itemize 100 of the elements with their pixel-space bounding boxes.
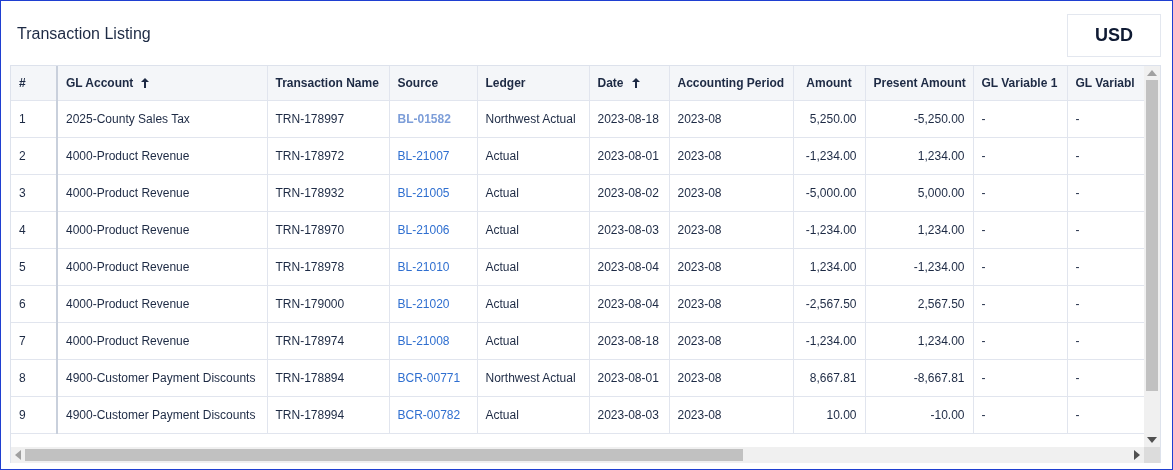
table-cell: 2023-08 (669, 359, 793, 397)
table-cell: 1 (11, 100, 57, 138)
table-cell: 4900-Customer Payment Discounts (57, 359, 267, 397)
table-cell: TRN-178994 (267, 396, 389, 434)
table-cell: TRN-178997 (267, 100, 389, 138)
table-cell: TRN-178974 (267, 322, 389, 360)
column-header[interactable]: GL Variabl (1067, 65, 1144, 101)
arrow-up-icon[interactable] (631, 77, 640, 88)
table-cell: 2023-08 (669, 137, 793, 175)
column-header[interactable]: GL Variable 1 (973, 65, 1067, 101)
arrow-up-icon[interactable] (141, 77, 150, 88)
scroll-up-icon[interactable] (1147, 69, 1157, 76)
table-cell: TRN-178894 (267, 359, 389, 397)
table-cell: Actual (477, 285, 589, 323)
table-cell: 1,234.00 (865, 211, 973, 249)
table-cell: 2023-08-03 (589, 211, 669, 249)
column-header[interactable]: Ledger (477, 65, 589, 101)
table-cell: Northwest Actual (477, 359, 589, 397)
table-cell: -1,234.00 (793, 322, 865, 360)
table-cell: 4000-Product Revenue (57, 322, 267, 360)
table-cell: 1,234.00 (793, 248, 865, 286)
table-cell: 2023-08 (669, 248, 793, 286)
table-cell: 2023-08-18 (589, 100, 669, 138)
scrollbar-thumb[interactable] (25, 449, 744, 461)
table-cell: 5,250.00 (793, 100, 865, 138)
column-header[interactable]: Amount (793, 65, 865, 101)
column-header[interactable]: Transaction Name (267, 65, 389, 101)
table-cell: Actual (477, 322, 589, 360)
table-cell: 2023-08 (669, 211, 793, 249)
table-cell: 2023-08-03 (589, 396, 669, 434)
table-cell: -8,667.81 (865, 359, 973, 397)
table-cell: 2023-08-01 (589, 359, 669, 397)
table-cell: TRN-178970 (267, 211, 389, 249)
table-cell: 4000-Product Revenue (57, 285, 267, 323)
table-cell: 5,000.00 (865, 174, 973, 212)
table-cell: TRN-178978 (267, 248, 389, 286)
table-cell: Actual (477, 211, 589, 249)
table-cell: 4000-Product Revenue (57, 174, 267, 212)
table-cell: 2023-08 (669, 285, 793, 323)
column-header[interactable]: GL Account (57, 65, 267, 101)
table-cell: Actual (477, 248, 589, 286)
table-cell: 2023-08-01 (589, 137, 669, 175)
table-cell: TRN-179000 (267, 285, 389, 323)
table-cell: 2023-08-04 (589, 248, 669, 286)
column-header[interactable]: Accounting Period (669, 65, 793, 101)
table-cell: TRN-178932 (267, 174, 389, 212)
table-cell: 4 (11, 211, 57, 249)
table-cell: 2023-08 (669, 174, 793, 212)
scroll-left-icon[interactable] (15, 450, 21, 460)
scrollbar-corner (1144, 447, 1160, 463)
table-cell: 2023-08-18 (589, 322, 669, 360)
table-cell: - (973, 100, 1067, 138)
scroll-down-icon[interactable] (1147, 437, 1157, 443)
table-cell: - (973, 174, 1067, 212)
table-cell: -1,234.00 (793, 137, 865, 175)
table-cell: 2023-08-04 (589, 285, 669, 323)
table-cell: 5 (11, 248, 57, 286)
table-cell: 2023-08 (669, 100, 793, 138)
table-cell: 1,234.00 (865, 322, 973, 360)
table-cell: 7 (11, 322, 57, 360)
table-cell: -5,250.00 (865, 100, 973, 138)
table-cell: 10.00 (793, 396, 865, 434)
table-cell: 9 (11, 396, 57, 434)
horizontal-scrollbar[interactable] (11, 447, 1144, 463)
table-cell: -10.00 (865, 396, 973, 434)
table-cell: - (973, 396, 1067, 434)
currency-label: USD (1067, 14, 1161, 57)
table-cell: 8 (11, 359, 57, 397)
table-cell: 2023-08 (669, 396, 793, 434)
table-cell: 8,667.81 (793, 359, 865, 397)
table-cell: -1,234.00 (865, 248, 973, 286)
table-cell: Actual (477, 137, 589, 175)
table-cell: -1,234.00 (793, 211, 865, 249)
table-cell: 4900-Customer Payment Discounts (57, 396, 267, 434)
table-cell: -5,000.00 (793, 174, 865, 212)
table-cell: Northwest Actual (477, 100, 589, 138)
scroll-right-icon[interactable] (1134, 450, 1140, 460)
column-header[interactable]: # (11, 65, 57, 101)
vertical-scrollbar[interactable] (1144, 65, 1160, 447)
table-cell: - (973, 211, 1067, 249)
column-header[interactable]: Date (589, 65, 669, 101)
table-cell: - (973, 359, 1067, 397)
column-header[interactable]: Source (389, 65, 477, 101)
table-cell: 2 (11, 137, 57, 175)
table-cell: 4000-Product Revenue (57, 248, 267, 286)
column-header[interactable]: Present Amount (865, 65, 973, 101)
page-title: Transaction Listing (17, 25, 151, 43)
table-cell: -2,567.50 (793, 285, 865, 323)
table-cell: TRN-178972 (267, 137, 389, 175)
table-cell: Actual (477, 174, 589, 212)
table-cell: - (973, 285, 1067, 323)
table-cell: 4000-Product Revenue (57, 211, 267, 249)
table-cell: 2,567.50 (865, 285, 973, 323)
table-cell: - (973, 248, 1067, 286)
table-cell: 3 (11, 174, 57, 212)
table-cell: 6 (11, 285, 57, 323)
table-cell: 2023-08 (669, 322, 793, 360)
table-cell: 2023-08-02 (589, 174, 669, 212)
scrollbar-thumb[interactable] (1146, 79, 1158, 391)
table-cell: Actual (477, 396, 589, 434)
